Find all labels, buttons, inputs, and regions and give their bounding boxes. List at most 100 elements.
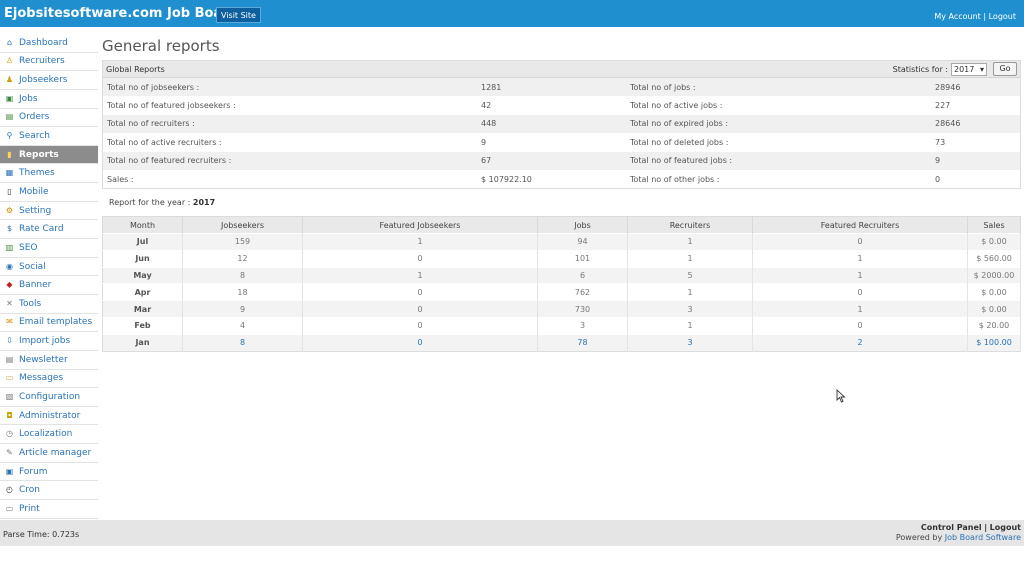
stat-label: Total no of other jobs : bbox=[630, 174, 720, 184]
table-cell: $ 560.00 bbox=[967, 249, 1021, 268]
table-cell: 5 bbox=[627, 266, 753, 284]
global-stat-row: Total no of featured recruiters : 67 Total… bbox=[103, 151, 1020, 170]
sidebar-item-rate-card[interactable]: $ Rate Card bbox=[0, 220, 98, 240]
sidebar-item-administrator[interactable]: ◘ Administrator bbox=[0, 407, 98, 426]
global-stat-row: Total no of featured jobseekers : 42 Total… bbox=[103, 96, 1020, 114]
table-cell: 3 bbox=[627, 333, 753, 352]
stat-value: 28646 bbox=[935, 119, 961, 129]
column-header[interactable]: Featured Recruiters bbox=[752, 216, 968, 234]
sidebar-item-banner[interactable]: ◆ Banner bbox=[0, 276, 98, 295]
tools-icon: ✕ bbox=[6, 298, 13, 308]
global-reports-header: Global Reports Statistics for : 2017 Go bbox=[103, 61, 1020, 78]
table-cell: 2 bbox=[752, 333, 968, 352]
sidebar-item-recruiters[interactable]: ♙ Recruiters bbox=[0, 53, 98, 72]
sidebar-item-article-manager[interactable]: ✎ Article manager bbox=[0, 444, 98, 463]
site-brand[interactable]: Ejobsitesoftware.com Job Board bbox=[4, 6, 238, 21]
column-header[interactable]: Jobseekers bbox=[182, 216, 303, 234]
column-header[interactable]: Month bbox=[102, 216, 183, 234]
table-cell: $ 20.00 bbox=[967, 316, 1021, 335]
report-year-value: 2017 bbox=[192, 198, 216, 207]
table-cell: 3 bbox=[537, 316, 628, 335]
sidebar-item-print[interactable]: ▭ Print bbox=[0, 500, 98, 519]
table-row: Jan 8 0 78 3 2 $ 100.00 bbox=[102, 333, 1021, 352]
table-cell: 1 bbox=[627, 249, 753, 268]
sidebar-item-label: Orders bbox=[19, 112, 50, 123]
report-year-label: Report for the year : bbox=[109, 198, 191, 207]
header-logout-link[interactable]: Logout bbox=[989, 12, 1016, 21]
sidebar-item-label: Setting bbox=[19, 205, 52, 216]
table-cell: Mar bbox=[102, 300, 183, 318]
visit-site-button[interactable]: Visit Site bbox=[216, 7, 261, 23]
table-cell: 762 bbox=[537, 283, 628, 301]
my-account-link[interactable]: My Account bbox=[934, 12, 980, 21]
sidebar-item-reports[interactable]: ▮ Reports bbox=[0, 145, 98, 165]
column-header[interactable]: Jobs bbox=[537, 216, 628, 234]
sidebar-item-messages[interactable]: ▭ Messages bbox=[0, 370, 98, 389]
table-cell: 101 bbox=[537, 249, 628, 268]
sidebar-item-setting[interactable]: ⚙ Setting bbox=[0, 202, 98, 221]
recruiter-icon: ♙ bbox=[5, 56, 14, 66]
table-cell: 9 bbox=[182, 300, 303, 318]
forum-icon: ▣ bbox=[5, 466, 14, 476]
sidebar-item-configuration[interactable]: ▧ Configuration bbox=[0, 388, 98, 407]
column-header[interactable]: Sales bbox=[967, 216, 1021, 234]
go-button[interactable]: Go bbox=[993, 62, 1017, 76]
configuration-icon: ▧ bbox=[5, 391, 14, 401]
sidebar-item-label: Messages bbox=[19, 373, 64, 384]
table-cell: 1 bbox=[627, 233, 753, 251]
table-cell: 6 bbox=[537, 266, 628, 284]
sidebar-item-cron[interactable]: ◴ Cron bbox=[0, 481, 98, 501]
table-cell: $ 0.00 bbox=[967, 233, 1021, 251]
footer-bar: Parse Time: 0.723s Control Panel | Logou… bbox=[0, 520, 1024, 546]
header-separator: | bbox=[983, 12, 987, 21]
clock-icon: ◴ bbox=[6, 485, 13, 495]
table-cell: 1 bbox=[302, 266, 538, 284]
table-row: Mar 9 0 730 3 1 $ 0.00 bbox=[102, 300, 1021, 318]
sidebar-item-forum[interactable]: ▣ Forum bbox=[0, 463, 98, 482]
stat-value: 448 bbox=[481, 119, 497, 129]
table-cell: 1 bbox=[752, 300, 968, 318]
sidebar-item-search[interactable]: ⚲ Search bbox=[0, 127, 98, 146]
sidebar-item-jobseekers[interactable]: ♟ Jobseekers bbox=[0, 71, 98, 90]
job-board-software-link[interactable]: Job Board Software bbox=[945, 533, 1021, 542]
sidebar-item-localization[interactable]: ◷ Localization bbox=[0, 425, 98, 445]
sidebar-item-email-templates[interactable]: ✉ Email templates bbox=[0, 314, 98, 333]
sidebar-item-newsletter[interactable]: ▤ Newsletter bbox=[0, 351, 98, 370]
sidebar-item-import-jobs[interactable]: ⇩ Import jobs bbox=[0, 332, 98, 351]
monthly-report-table: Month Jobseekers Featured Jobseekers Jobs Re… bbox=[102, 216, 1021, 352]
stat-label: Total no of featured jobseekers : bbox=[107, 101, 236, 111]
year-select[interactable]: 2017 bbox=[951, 63, 987, 76]
email-icon: ✉ bbox=[6, 317, 13, 327]
sidebar-item-tools[interactable]: ✕ Tools bbox=[0, 295, 98, 314]
stat-value: 227 bbox=[935, 101, 951, 111]
sidebar-item-mobile[interactable]: ▯ Mobile bbox=[0, 183, 98, 202]
table-row: Jun 12 0 101 1 1 $ 560.00 bbox=[102, 249, 1021, 268]
stat-value: $ 107922.10 bbox=[481, 174, 532, 184]
sidebar-item-label: Jobseekers bbox=[19, 75, 68, 86]
sidebar-item-seo[interactable]: ▥ SEO bbox=[0, 239, 98, 258]
table-cell: $ 0.00 bbox=[967, 283, 1021, 301]
global-reports-title: Global Reports bbox=[106, 65, 165, 74]
column-header[interactable]: Featured Jobseekers bbox=[302, 216, 538, 234]
column-header[interactable]: Recruiters bbox=[627, 216, 753, 234]
table-cell: $ 2000.00 bbox=[967, 266, 1021, 284]
global-stats-list: Total no of jobseekers : 1281 Total no of … bbox=[103, 78, 1020, 188]
table-cell: 4 bbox=[182, 316, 303, 335]
sidebar-item-jobs[interactable]: ▣ Jobs bbox=[0, 90, 98, 109]
footer-logout-link[interactable]: Logout bbox=[990, 523, 1021, 532]
global-stat-row: Total no of active recruiters : 9 Total no… bbox=[103, 133, 1020, 151]
sidebar-item-themes[interactable]: ▦ Themes bbox=[0, 164, 98, 184]
sidebar-item-label: Print bbox=[19, 503, 40, 514]
table-row: Feb 4 0 3 1 0 $ 20.00 bbox=[102, 316, 1021, 335]
sidebar-item-dashboard[interactable]: ⌂ Dashboard bbox=[0, 34, 98, 53]
table-cell: 0 bbox=[302, 283, 538, 301]
table-cell: 0 bbox=[752, 316, 968, 335]
sidebar-item-label: Social bbox=[19, 261, 46, 272]
banner-icon: ◆ bbox=[6, 280, 13, 290]
sidebar-item-orders[interactable]: ▤ Orders bbox=[0, 109, 98, 128]
header-account-links: My Account | Logout bbox=[934, 12, 1016, 21]
control-panel-link[interactable]: Control Panel bbox=[921, 523, 982, 532]
sidebar-item-social[interactable]: ◉ Social bbox=[0, 258, 98, 277]
home-icon: ⌂ bbox=[6, 37, 13, 47]
reports-icon: ▮ bbox=[7, 149, 12, 159]
